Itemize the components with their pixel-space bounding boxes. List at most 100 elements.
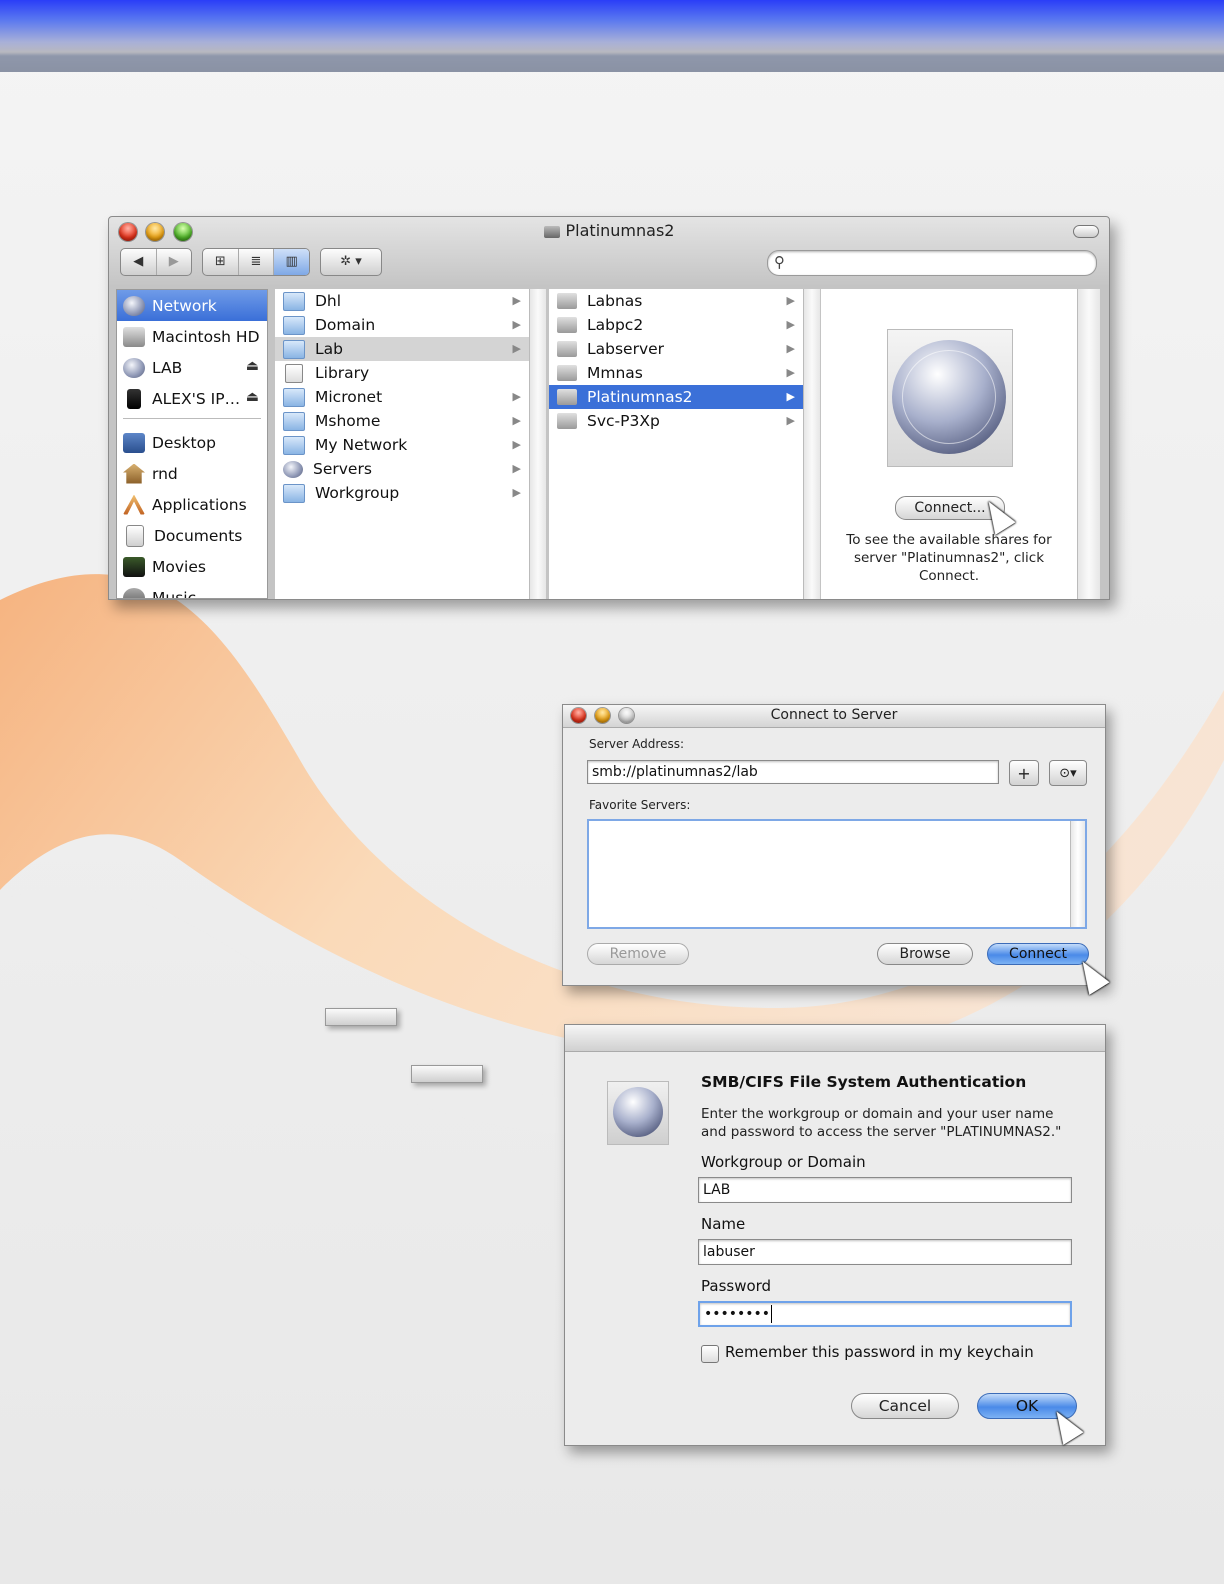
disclosure-arrow-icon: ▶: [786, 318, 795, 331]
folder-icon: [283, 291, 305, 311]
authentication-dialog: SMB/CIFS File System Authentication Ente…: [564, 1024, 1106, 1446]
header-band: [0, 0, 1224, 72]
favorite-servers-list[interactable]: [587, 819, 1087, 929]
dialog-title-bar: Connect to Server: [563, 705, 1105, 728]
password-input[interactable]: ••••••••: [698, 1301, 1072, 1327]
sidebar-divider: [123, 418, 261, 419]
server-icon: [557, 413, 577, 429]
column-item-mmnas[interactable]: Mmnas ▶: [549, 361, 803, 385]
text-caret: [771, 1305, 773, 1323]
column-item-workgroup[interactable]: Workgroup ▶: [275, 481, 529, 505]
eject-icon[interactable]: ⏏: [246, 389, 259, 405]
network-globe-icon: [283, 460, 303, 478]
music-icon: [123, 587, 145, 598]
sidebar-item-ipod[interactable]: ALEX'S IP… ⏏: [117, 383, 267, 414]
column-resize-handle[interactable]: [803, 289, 820, 599]
back-forward-buttons: ◀ ▶: [120, 248, 192, 276]
disclosure-arrow-icon: ▶: [512, 438, 521, 451]
column-item-labserver[interactable]: Labserver ▶: [549, 337, 803, 361]
network-share-icon: [123, 357, 145, 378]
column-item-svc-p3xp[interactable]: Svc-P3Xp ▶: [549, 409, 803, 433]
column-item-servers[interactable]: Servers ▶: [275, 457, 529, 481]
sidebar-item-documents[interactable]: Documents: [117, 520, 267, 551]
sidebar-item-lab[interactable]: LAB ⏏: [117, 352, 267, 383]
sidebar-item-applications[interactable]: Applications: [117, 489, 267, 520]
column-item-platinumnas2[interactable]: Platinumnas2 ▶: [549, 385, 803, 409]
column-item-domain[interactable]: Domain ▶: [275, 313, 529, 337]
list-view-button[interactable]: ≣: [239, 249, 275, 275]
search-field[interactable]: ⚲: [767, 250, 1097, 276]
column-item-micronet[interactable]: Micronet ▶: [275, 385, 529, 409]
column-item-lab[interactable]: Lab ▶: [275, 337, 529, 361]
column-item-library[interactable]: Library: [275, 361, 529, 385]
column-resize-handle[interactable]: [529, 289, 546, 599]
home-icon: [123, 463, 145, 484]
workgroup-label: Workgroup or Domain: [701, 1153, 866, 1171]
preview-instructions: To see the available shares for server "…: [846, 532, 1052, 584]
disclosure-arrow-icon: ▶: [786, 294, 795, 307]
action-menu-button[interactable]: ✲ ▾: [320, 248, 382, 276]
globe-sphere: [892, 340, 1006, 454]
column-resize-handle[interactable]: [1077, 289, 1100, 599]
disclosure-arrow-icon: ▶: [512, 486, 521, 499]
network-globe-icon: [607, 1081, 669, 1145]
sidebar-item-desktop[interactable]: Desktop: [117, 427, 267, 458]
network-globe-icon: [887, 329, 1013, 467]
remember-password-checkbox[interactable]: [701, 1345, 719, 1363]
sidebar-item-network[interactable]: Network: [117, 290, 267, 321]
hard-drive-icon: [123, 326, 145, 347]
connect-button[interactable]: Connect: [987, 943, 1089, 965]
disclosure-arrow-icon: ▶: [786, 414, 795, 427]
favorite-servers-label: Favorite Servers:: [589, 798, 691, 812]
column-item-my-network[interactable]: My Network ▶: [275, 433, 529, 457]
sidebar-item-music[interactable]: Music: [117, 582, 267, 598]
column-item-labnas[interactable]: Labnas ▶: [549, 289, 803, 313]
server-icon: [557, 317, 577, 333]
sidebar-item-macintosh-hd[interactable]: Macintosh HD: [117, 321, 267, 352]
browser-column-1: Dhl ▶ Domain ▶ Lab ▶ Library Micronet ▶ Msho…: [275, 289, 530, 599]
back-button[interactable]: ◀: [121, 249, 157, 275]
remove-button[interactable]: Remove: [587, 943, 689, 965]
browse-button[interactable]: Browse: [877, 943, 973, 965]
server-icon: [557, 389, 577, 405]
column-item-labpc2[interactable]: Labpc2 ▶: [549, 313, 803, 337]
finder-sidebar: Network Macintosh HD LAB ⏏ ALEX'S IP… ⏏ …: [116, 289, 268, 599]
finder-window: Platinumnas2 ◀ ▶ ⊞ ≣ ▥ ✲ ▾ ⚲ Network Mac…: [108, 216, 1110, 600]
disclosure-arrow-icon: ▶: [786, 342, 795, 355]
remember-password-label: Remember this password in my keychain: [725, 1343, 1034, 1361]
sidebar-item-rnd[interactable]: rnd: [117, 458, 267, 489]
dialog-title-bar: [565, 1025, 1105, 1052]
icon-view-button[interactable]: ⊞: [203, 249, 239, 275]
password-value: ••••••••: [704, 1306, 771, 1322]
search-icon: ⚲: [774, 253, 785, 271]
server-icon: [543, 225, 560, 238]
server-icon: [557, 341, 577, 357]
sidebar-item-movies[interactable]: Movies: [117, 551, 267, 582]
add-favorite-button[interactable]: +: [1009, 760, 1039, 786]
folder-icon: [283, 483, 305, 503]
forward-button[interactable]: ▶: [157, 249, 192, 275]
server-address-input[interactable]: smb://platinumnas2/lab: [587, 760, 999, 784]
eject-icon[interactable]: ⏏: [246, 358, 259, 374]
desktop-icon: [123, 432, 145, 453]
scrollbar[interactable]: [1070, 821, 1085, 927]
name-input[interactable]: labuser: [698, 1239, 1072, 1265]
column-item-mshome[interactable]: Mshome ▶: [275, 409, 529, 433]
globe-sphere: [613, 1087, 663, 1137]
password-label: Password: [701, 1277, 772, 1295]
server-icon: [557, 365, 577, 381]
documents-icon: [126, 524, 144, 547]
toolbar-toggle-button[interactable]: [1073, 225, 1099, 238]
cancel-button[interactable]: Cancel: [851, 1393, 959, 1419]
recent-servers-button[interactable]: ⊙▾: [1049, 760, 1087, 786]
column-item-dhl[interactable]: Dhl ▶: [275, 289, 529, 313]
ipod-icon: [127, 388, 141, 409]
disclosure-arrow-icon: ▶: [512, 414, 521, 427]
folder-icon: [283, 339, 305, 359]
disclosure-arrow-icon: ▶: [512, 462, 521, 475]
column-view-button[interactable]: ▥: [274, 249, 309, 275]
workgroup-input[interactable]: LAB: [698, 1177, 1072, 1203]
dialog-heading: SMB/CIFS File System Authentication: [701, 1073, 1027, 1091]
server-icon: [557, 293, 577, 309]
preview-column: Connect... To see the available shares f…: [821, 289, 1078, 599]
